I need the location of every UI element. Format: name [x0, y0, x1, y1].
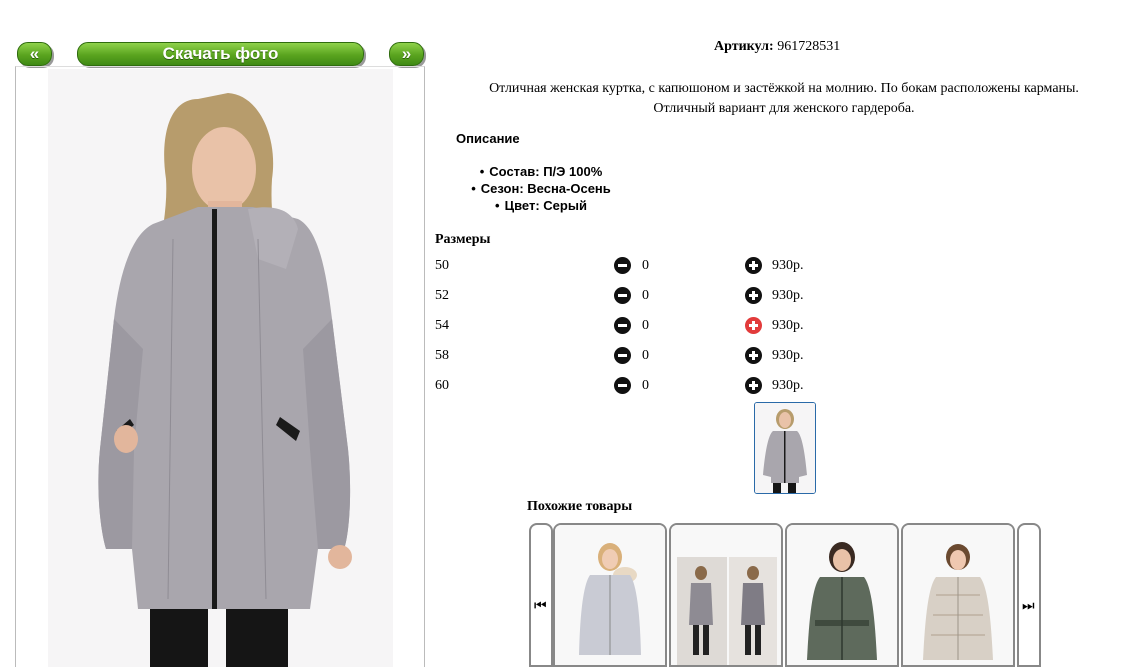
- carousel-next-button[interactable]: ⏭: [1017, 523, 1041, 667]
- price-value: 930р.: [772, 378, 804, 393]
- size-value: 60: [435, 378, 449, 393]
- detail-composition: Состав: П/Э 100%: [456, 163, 626, 180]
- similar-product-card[interactable]: [785, 523, 899, 667]
- size-value: 58: [435, 348, 449, 363]
- details-list: Состав: П/Э 100% Сезон: Весна-Осень Цвет…: [456, 163, 626, 214]
- description-line-1: Отличная женская куртка, с капюшоном и з…: [489, 81, 1079, 96]
- detail-color: Цвет: Серый: [456, 197, 626, 214]
- photo-thumbnail[interactable]: [754, 402, 816, 494]
- price-value: 930р.: [772, 318, 804, 333]
- plus-circle-icon[interactable]: [745, 377, 762, 394]
- main-photo-frame: [15, 66, 425, 667]
- quantity-value: 0: [642, 318, 649, 333]
- minus-circle-icon[interactable]: [614, 317, 631, 334]
- article-label: Артикул:: [714, 39, 774, 54]
- plus-circle-icon[interactable]: [745, 347, 762, 364]
- similar-product-card[interactable]: [669, 523, 783, 667]
- size-value: 50: [435, 258, 449, 273]
- similar-product-card[interactable]: [553, 523, 667, 667]
- price-value: 930р.: [772, 348, 804, 363]
- quantity-value: 0: [642, 258, 649, 273]
- minus-circle-icon[interactable]: [614, 257, 631, 274]
- download-photo-button[interactable]: Скачать фото: [77, 42, 364, 66]
- product-description: Отличная женская куртка, с капюшоном и з…: [444, 79, 1124, 119]
- minus-circle-icon[interactable]: [614, 347, 631, 364]
- minus-circle-icon[interactable]: [614, 377, 631, 394]
- minus-circle-icon[interactable]: [614, 287, 631, 304]
- main-product-photo[interactable]: [48, 69, 393, 667]
- quantity-value: 0: [642, 378, 649, 393]
- similar-product-card[interactable]: [901, 523, 1015, 667]
- next-photo-button[interactable]: »: [389, 42, 424, 66]
- plus-circle-icon[interactable]: [745, 257, 762, 274]
- skip-forward-icon: ⏭: [1022, 598, 1035, 614]
- description-line-2: Отличный вариант для женского гардероба.: [653, 101, 915, 116]
- plus-circle-icon[interactable]: [745, 317, 762, 334]
- size-value: 54: [435, 318, 449, 333]
- carousel-prev-button[interactable]: ⏮: [529, 523, 553, 667]
- plus-circle-icon[interactable]: [745, 287, 762, 304]
- price-value: 930р.: [772, 258, 804, 273]
- article-value: 961728531: [777, 39, 841, 54]
- prev-photo-button[interactable]: «: [17, 42, 52, 66]
- article-number: Артикул: 961728531: [714, 39, 840, 55]
- similar-products-heading: Похожие товары: [527, 499, 633, 514]
- price-value: 930р.: [772, 288, 804, 303]
- detail-season: Сезон: Весна-Осень: [456, 180, 626, 197]
- size-value: 52: [435, 288, 449, 303]
- skip-back-icon: ⏮: [534, 598, 547, 614]
- quantity-value: 0: [642, 288, 649, 303]
- sizes-heading: Размеры: [435, 232, 491, 247]
- quantity-value: 0: [642, 348, 649, 363]
- details-heading: Описание: [456, 131, 520, 146]
